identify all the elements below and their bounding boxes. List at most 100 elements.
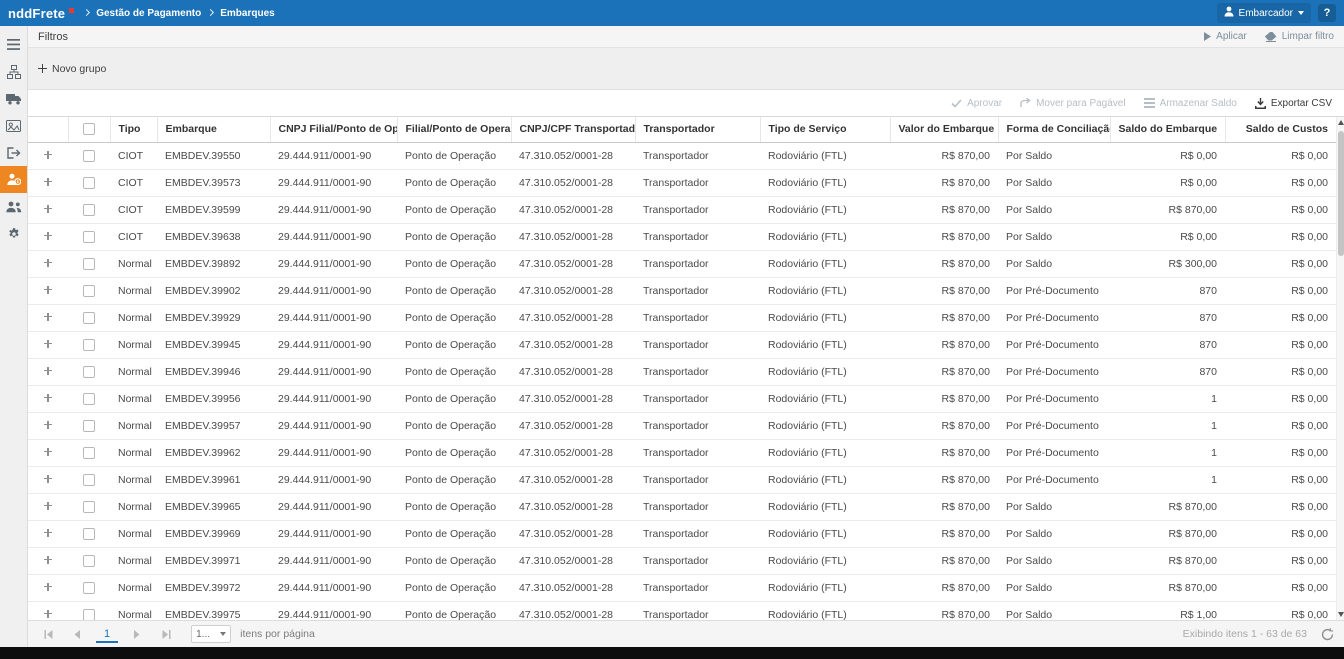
expand-row-button[interactable] <box>28 142 68 169</box>
cell-forma-conciliacao: Por Pré-Documento <box>998 412 1110 439</box>
logout-icon[interactable] <box>0 139 27 166</box>
table-row: Normal EMBDEV.39945 29.444.911/0001-90 P… <box>28 331 1336 358</box>
column-header-tipo[interactable]: Tipo <box>110 117 157 142</box>
cell-saldo-embarque: R$ 0,00 <box>1110 142 1225 169</box>
breadcrumb-embarques[interactable]: Embarques <box>220 8 274 19</box>
expand-row-button[interactable] <box>28 277 68 304</box>
row-checkbox[interactable] <box>68 493 110 520</box>
row-checkbox[interactable] <box>68 547 110 574</box>
scroll-down-arrow-icon[interactable] <box>1338 612 1344 617</box>
plus-icon <box>44 340 52 348</box>
user-menu[interactable]: Embarcador <box>1217 3 1311 23</box>
table-row: Normal EMBDEV.39965 29.444.911/0001-90 P… <box>28 493 1336 520</box>
column-header-tipo-servico[interactable]: Tipo de Serviço <box>760 117 890 142</box>
row-checkbox[interactable] <box>68 574 110 601</box>
row-checkbox[interactable] <box>68 277 110 304</box>
approve-button[interactable]: Aprovar <box>951 98 1002 109</box>
expand-row-button[interactable] <box>28 331 68 358</box>
row-checkbox[interactable] <box>68 466 110 493</box>
card-icon[interactable] <box>0 112 27 139</box>
settings-icon[interactable] <box>0 220 27 247</box>
apply-filter-button[interactable]: Aplicar <box>1204 31 1247 42</box>
row-checkbox[interactable] <box>68 358 110 385</box>
expand-row-button[interactable] <box>28 574 68 601</box>
breadcrumb-gestao-de-pagamento[interactable]: Gestão de Pagamento <box>96 8 201 19</box>
expand-row-button[interactable] <box>28 601 68 620</box>
cell-saldo-custos: R$ 0,00 <box>1225 601 1336 620</box>
column-header-forma-conciliacao[interactable]: Forma de Conciliação <box>998 117 1110 142</box>
table-row: Normal EMBDEV.39892 29.444.911/0001-90 P… <box>28 250 1336 277</box>
row-checkbox[interactable] <box>68 331 110 358</box>
workflow-icon[interactable] <box>0 58 27 85</box>
row-checkbox[interactable] <box>68 304 110 331</box>
next-page-button[interactable] <box>127 624 147 644</box>
cell-saldo-custos: R$ 0,00 <box>1225 493 1336 520</box>
cell-transportador: Transportador <box>635 142 760 169</box>
column-header-filial[interactable]: Filial/Ponto de Operação <box>397 117 511 142</box>
row-checkbox[interactable] <box>68 385 110 412</box>
column-header-valor-embarque[interactable]: Valor do Embarque <box>890 117 998 142</box>
row-checkbox[interactable] <box>68 601 110 620</box>
expand-row-button[interactable] <box>28 412 68 439</box>
cell-filial: Ponto de Operação <box>397 250 511 277</box>
export-csv-button[interactable]: Exportar CSV <box>1255 98 1332 109</box>
cell-embarque: EMBDEV.39929 <box>157 304 270 331</box>
refresh-button[interactable] <box>1321 628 1334 641</box>
move-to-payable-button[interactable]: Mover para Pagável <box>1020 98 1126 109</box>
row-checkbox[interactable] <box>68 412 110 439</box>
row-checkbox[interactable] <box>68 520 110 547</box>
expand-row-button[interactable] <box>28 439 68 466</box>
expand-row-button[interactable] <box>28 466 68 493</box>
column-header-transportador[interactable]: Transportador <box>635 117 760 142</box>
expand-row-button[interactable] <box>28 520 68 547</box>
cell-embarque: EMBDEV.39550 <box>157 142 270 169</box>
column-header-saldo-custos[interactable]: Saldo de Custos <box>1225 117 1336 142</box>
row-checkbox[interactable] <box>68 439 110 466</box>
row-checkbox[interactable] <box>68 196 110 223</box>
expand-row-button[interactable] <box>28 169 68 196</box>
cell-cnpj-filial: 29.444.911/0001-90 <box>270 223 397 250</box>
chevron-down-icon <box>220 632 226 636</box>
column-header-cnpj-transportador[interactable]: CNPJ/CPF Transportador <box>511 117 635 142</box>
column-header-embarque[interactable]: Embarque <box>157 117 270 142</box>
select-all-checkbox[interactable] <box>68 117 110 142</box>
expand-row-button[interactable] <box>28 196 68 223</box>
row-checkbox[interactable] <box>68 250 110 277</box>
users-icon[interactable] <box>0 193 27 220</box>
store-balance-button[interactable]: Armazenar Saldo <box>1144 98 1237 109</box>
last-page-button[interactable] <box>156 624 176 644</box>
expand-row-button[interactable] <box>28 493 68 520</box>
column-header-saldo-embarque[interactable]: Saldo do Embarque <box>1110 117 1225 142</box>
plus-icon <box>44 502 52 510</box>
help-button[interactable]: ? <box>1318 4 1336 22</box>
previous-page-button[interactable] <box>67 624 87 644</box>
current-page-number[interactable]: 1 <box>96 625 118 643</box>
row-checkbox[interactable] <box>68 169 110 196</box>
expand-row-button[interactable] <box>28 358 68 385</box>
expand-row-button[interactable] <box>28 250 68 277</box>
cell-cnpj-transportador: 47.310.052/0001-28 <box>511 358 635 385</box>
expand-row-button[interactable] <box>28 223 68 250</box>
menu-icon[interactable] <box>0 31 27 58</box>
cell-saldo-custos: R$ 0,00 <box>1225 547 1336 574</box>
clear-filter-button[interactable]: Limpar filtro <box>1265 31 1334 42</box>
row-checkbox[interactable] <box>68 142 110 169</box>
expand-row-button[interactable] <box>28 304 68 331</box>
truck-icon[interactable] <box>0 85 27 112</box>
scroll-up-arrow-icon[interactable] <box>1338 120 1344 125</box>
approve-label: Aprovar <box>967 98 1002 109</box>
new-group-button[interactable]: Novo grupo <box>38 63 106 75</box>
cell-forma-conciliacao: Por Pré-Documento <box>998 277 1110 304</box>
expand-row-button[interactable] <box>28 547 68 574</box>
plus-icon <box>44 313 52 321</box>
row-checkbox[interactable] <box>68 223 110 250</box>
first-page-button[interactable] <box>38 624 58 644</box>
expand-row-button[interactable] <box>28 385 68 412</box>
page-size-select[interactable]: 1... <box>191 625 231 643</box>
payment-icon[interactable] <box>0 166 27 193</box>
vertical-scrollbar[interactable] <box>1336 117 1344 620</box>
cell-saldo-custos: R$ 0,00 <box>1225 358 1336 385</box>
scrollbar-thumb[interactable] <box>1338 131 1344 256</box>
column-header-cnpj-filial[interactable]: CNPJ Filial/Ponto de Operação <box>270 117 397 142</box>
cell-tipo: CIOT <box>110 196 157 223</box>
